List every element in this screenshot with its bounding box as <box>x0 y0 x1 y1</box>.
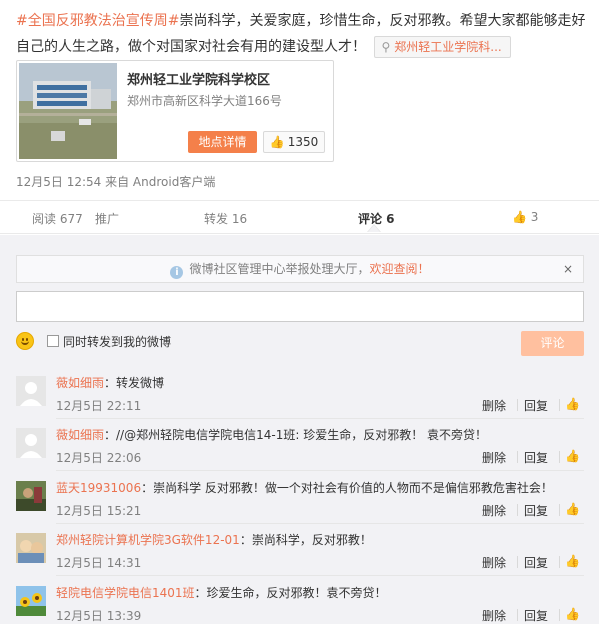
comment-body: ：崇尚科学 反对邪教！做一个对社会有价值的人物而不是偏信邪教危害社会！ <box>141 481 553 495</box>
comment-body: ：转发微博 <box>104 376 165 390</box>
comment-time: 12月5日 22:06 <box>56 451 142 465</box>
comment-user[interactable]: 蓝天19931006 <box>56 481 141 495</box>
divider <box>56 418 584 419</box>
reply-button[interactable]: 回复 <box>524 449 548 466</box>
separator <box>517 451 518 463</box>
thumbs-up-icon: 👍 <box>512 210 527 224</box>
comment-text: 薇如细雨：转发微博 <box>56 375 164 391</box>
thumbs-up-icon[interactable]: 👍 <box>565 397 580 411</box>
comment-text: 薇如细雨：//@郑州轻院电信学院电信14-1班: 珍爱生命，反对邪教！ 袁不旁贷… <box>56 427 487 443</box>
comment-text: 郑州轻院计算机学院3G软件12-01：崇尚科学，反对邪教！ <box>56 532 372 548</box>
avatar[interactable] <box>16 533 46 563</box>
place-like-count: 1350 <box>287 135 319 149</box>
separator <box>517 609 518 621</box>
read-count: 阅读 677 <box>32 212 83 226</box>
delete-button[interactable]: 删除 <box>482 397 506 414</box>
submit-comment-button[interactable]: 评论 <box>521 331 584 356</box>
reply-button[interactable]: 回复 <box>524 502 548 519</box>
info-icon: i <box>170 266 184 279</box>
comment-body: ：//@郑州轻院电信学院电信14-1班: 珍爱生命，反对邪教！ 袁不旁贷！ <box>104 428 488 442</box>
divider <box>56 470 584 471</box>
thumbs-up-icon[interactable]: 👍 <box>565 554 580 568</box>
list-item: 轻院电信学院电信1401班：珍爱生命，反对邪教！袁不旁贷！ 12月5日 13:3… <box>16 582 584 624</box>
pin-icon: ⚲ <box>381 40 391 54</box>
avatar[interactable] <box>16 481 46 511</box>
thumbs-up-icon: 👍 <box>269 135 285 149</box>
repost-button[interactable]: 转发 16 <box>204 210 247 227</box>
notice-text: 微博社区管理中心举报处理大厅， <box>189 262 370 276</box>
location-tag-label: 郑州轻工业学院科... <box>394 40 502 54</box>
emoji-icon[interactable] <box>16 332 34 350</box>
comment-user[interactable]: 郑州轻院计算机学院3G软件12-01 <box>56 533 240 547</box>
comment-text: 蓝天19931006：崇尚科学 反对邪教！做一个对社会有价值的人物而不是偏信邪教… <box>56 480 553 496</box>
separator <box>559 609 560 621</box>
comment-text: 轻院电信学院电信1401班：珍爱生命，反对邪教！袁不旁贷！ <box>56 585 387 601</box>
comment-time: 12月5日 14:31 <box>56 556 142 570</box>
comment-body: ：崇尚科学，反对邪教！ <box>239 533 372 547</box>
location-tag[interactable]: ⚲ 郑州轻工业学院科... <box>374 36 511 58</box>
avatar[interactable] <box>16 376 46 406</box>
place-card[interactable]: 郑州轻工业学院科学校区 郑州市高新区科学大道166号 地点详情 👍 1350 <box>16 60 334 162</box>
active-tab-caret <box>368 225 380 232</box>
delete-button[interactable]: 删除 <box>482 607 506 624</box>
comment-user[interactable]: 薇如细雨 <box>56 376 104 390</box>
comment-time: 12月5日 13:39 <box>56 609 142 623</box>
delete-button[interactable]: 删除 <box>482 449 506 466</box>
like-count: 3 <box>530 210 539 224</box>
delete-button[interactable]: 删除 <box>482 554 506 571</box>
separator <box>559 556 560 568</box>
divider <box>56 523 584 524</box>
thumbs-up-icon[interactable]: 👍 <box>565 449 580 463</box>
separator <box>517 504 518 516</box>
post-timestamp[interactable]: 12月5日 12:54 来自 Android客户端 <box>16 173 215 190</box>
comment-time: 12月5日 15:21 <box>56 504 142 518</box>
divider <box>56 575 584 576</box>
avatar[interactable] <box>16 428 46 458</box>
reply-button[interactable]: 回复 <box>524 554 548 571</box>
comment-input[interactable] <box>16 291 584 322</box>
also-repost-checkbox[interactable] <box>47 335 59 347</box>
post-text: #全国反邪教法治宣传周#崇尚科学，关爱家庭，珍惜生命，反对邪教。希望大家都能够走… <box>16 8 586 60</box>
avatar[interactable] <box>16 586 46 616</box>
comment-area: i 微博社区管理中心举报处理大厅，欢迎查阅！ × 同时转发到我的微博 评论 薇如细… <box>0 235 599 624</box>
list-item: 郑州轻院计算机学院3G软件12-01：崇尚科学，反对邪教！ 12月5日 14:3… <box>16 529 584 581</box>
like-button[interactable]: 👍 3 <box>512 210 538 224</box>
report-notice: i 微博社区管理中心举报处理大厅，欢迎查阅！ × <box>16 255 584 283</box>
place-detail-button[interactable]: 地点详情 <box>188 131 257 153</box>
close-icon[interactable]: × <box>563 256 573 282</box>
separator <box>517 399 518 411</box>
action-bar: 阅读 677 推广 转发 16 评论 6 👍 3 <box>0 200 599 234</box>
comment-user[interactable]: 轻院电信学院电信1401班 <box>56 586 195 600</box>
separator <box>559 399 560 411</box>
list-item: 薇如细雨：//@郑州轻院电信学院电信14-1班: 珍爱生命，反对邪教！ 袁不旁贷… <box>16 424 584 476</box>
separator <box>559 504 560 516</box>
place-title[interactable]: 郑州轻工业学院科学校区 <box>127 69 270 88</box>
also-repost-label[interactable]: 同时转发到我的微博 <box>63 333 171 350</box>
place-address: 郑州市高新区科学大道166号 <box>127 94 282 108</box>
delete-button[interactable]: 删除 <box>482 502 506 519</box>
list-item: 蓝天19931006：崇尚科学 反对邪教！做一个对社会有价值的人物而不是偏信邪教… <box>16 477 584 529</box>
comment-time: 12月5日 22:11 <box>56 399 142 413</box>
comment-body: ：珍爱生命，反对邪教！袁不旁贷！ <box>194 586 387 600</box>
separator <box>517 556 518 568</box>
place-like-button[interactable]: 👍 1350 <box>263 131 325 153</box>
thumbs-up-icon[interactable]: 👍 <box>565 607 580 621</box>
comment-user[interactable]: 薇如细雨 <box>56 428 104 442</box>
notice-link[interactable]: 欢迎查阅！ <box>370 262 430 276</box>
place-photo <box>19 63 117 159</box>
list-item: 薇如细雨：转发微博 12月5日 22:11 删除 回复 👍 <box>16 372 584 424</box>
promote-button[interactable]: 推广 <box>95 210 119 227</box>
thumbs-up-icon[interactable]: 👍 <box>565 502 580 516</box>
separator <box>559 451 560 463</box>
reply-button[interactable]: 回复 <box>524 397 548 414</box>
topic-link[interactable]: #全国反邪教法治宣传周# <box>16 13 179 29</box>
reply-button[interactable]: 回复 <box>524 607 548 624</box>
